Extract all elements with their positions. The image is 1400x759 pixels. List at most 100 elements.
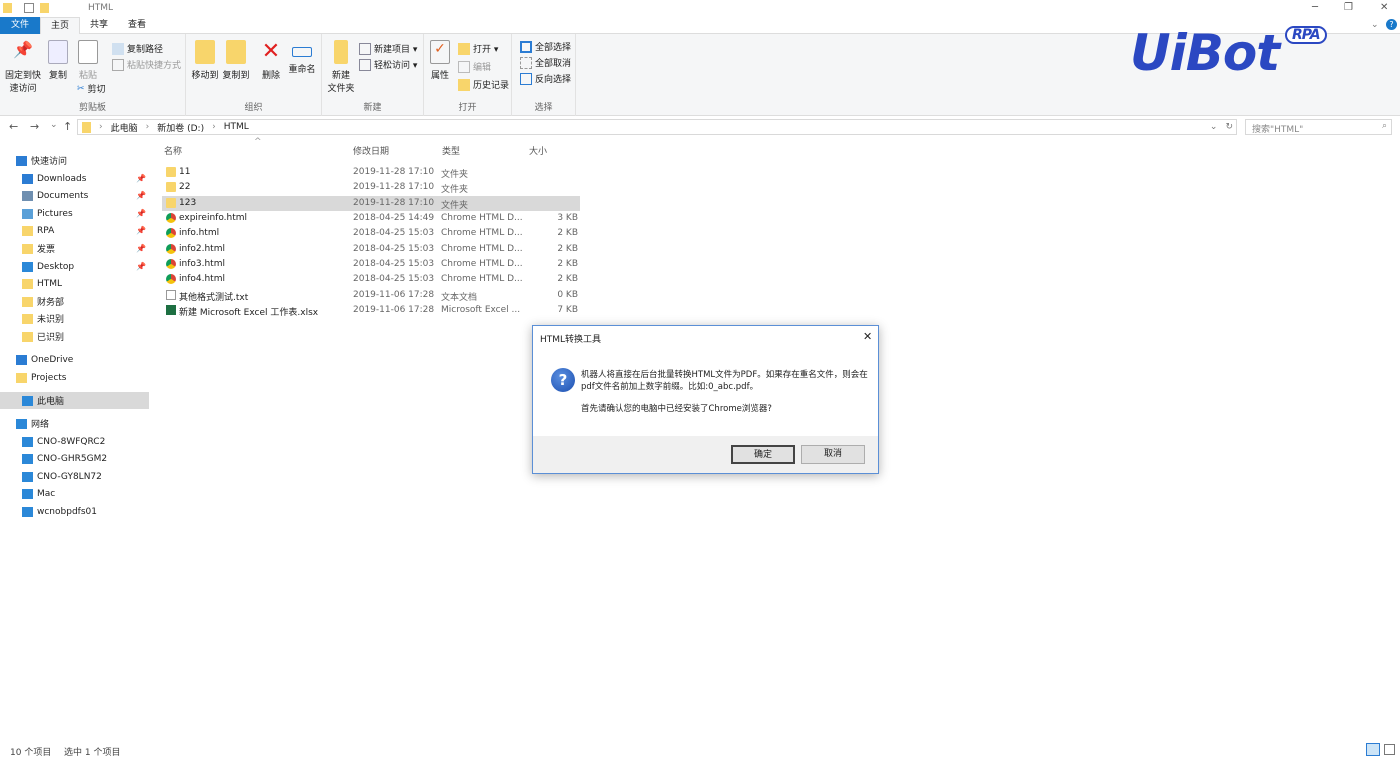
pin-quick-access-button[interactable]: 📌 固定到快 速访问 bbox=[4, 34, 42, 94]
cut-button[interactable]: ✂ 剪切 bbox=[77, 82, 106, 96]
file-row[interactable]: info3.html 2018-04-25 15:03 Chrome HTML D.… bbox=[162, 257, 580, 272]
minimize-button[interactable]: ─ bbox=[1312, 2, 1318, 13]
tab-view[interactable]: 查看 bbox=[118, 17, 156, 34]
sidebar-item[interactable]: Projects bbox=[0, 369, 149, 386]
file-row[interactable]: expireinfo.html 2018-04-25 14:49 Chrome HT… bbox=[162, 211, 580, 226]
edit-button[interactable]: 编辑 bbox=[458, 60, 491, 73]
file-row[interactable]: info2.html 2018-04-25 15:03 Chrome HTML D.… bbox=[162, 242, 580, 257]
clipboard-icon bbox=[78, 40, 98, 64]
sidebar-item[interactable]: OneDrive bbox=[0, 351, 149, 368]
sidebar-item[interactable]: 未识别 bbox=[0, 310, 149, 327]
sidebar-item[interactable]: HTML bbox=[0, 275, 149, 292]
properties-button[interactable]: ✓ 属性 bbox=[428, 34, 452, 81]
file-row[interactable]: info.html 2018-04-25 15:03 Chrome HTML D..… bbox=[162, 226, 580, 241]
copy-button[interactable]: 复制 bbox=[45, 34, 71, 81]
sidebar-item[interactable]: RPA 📌 bbox=[0, 222, 149, 239]
sidebar-item[interactable]: Downloads 📌 bbox=[0, 170, 149, 187]
file-row[interactable]: 新建 Microsoft Excel 工作表.xlsx 2019-11-06 17… bbox=[162, 303, 580, 318]
file-size: 2 KB bbox=[557, 243, 578, 254]
close-button[interactable]: ✕ bbox=[1380, 2, 1388, 13]
breadcrumb-html[interactable]: HTML bbox=[224, 122, 249, 132]
new-folder-quick-icon[interactable] bbox=[40, 3, 49, 13]
sidebar-item-label: Downloads bbox=[37, 173, 87, 184]
open-button[interactable]: 打开 ▾ bbox=[458, 42, 498, 55]
column-header-size[interactable]: 大小 bbox=[529, 144, 547, 157]
sidebar-item[interactable]: CNO-GHR5GM2 bbox=[0, 450, 149, 467]
file-name: 123 bbox=[179, 197, 197, 208]
new-group-label: 新建 bbox=[363, 103, 382, 113]
new-item-button[interactable]: 新建项目 ▾ bbox=[359, 42, 417, 55]
large-icons-view-button[interactable] bbox=[1384, 744, 1395, 755]
column-header-name[interactable]: 名称 bbox=[164, 144, 182, 157]
file-type: 文本文档 bbox=[441, 292, 478, 303]
sidebar-item[interactable]: CNO-GY8LN72 bbox=[0, 468, 149, 485]
sidebar-item[interactable]: Mac bbox=[0, 485, 149, 502]
properties-quick-icon[interactable] bbox=[24, 3, 34, 13]
maximize-button[interactable]: ❐ bbox=[1344, 2, 1353, 13]
sidebar-item[interactable]: CNO-8WFQRC2 bbox=[0, 433, 149, 450]
column-header-type[interactable]: 类型 bbox=[442, 144, 460, 157]
help-icon[interactable]: ? bbox=[1386, 19, 1397, 30]
sidebar-item[interactable]: 发票 📌 bbox=[0, 240, 149, 257]
sidebar-item[interactable]: Pictures 📌 bbox=[0, 205, 149, 222]
cancel-button[interactable]: 取消 bbox=[801, 445, 865, 464]
tab-home[interactable]: 主页 bbox=[40, 17, 81, 34]
paste-shortcut-button[interactable]: 粘贴快捷方式 bbox=[112, 58, 181, 71]
file-row[interactable]: 其他格式测试.txt 2019-11-06 17:28 文本文档 0 KB bbox=[162, 288, 580, 303]
chrome-icon bbox=[166, 274, 176, 285]
select-all-icon bbox=[520, 40, 532, 53]
breadcrumb-this-pc[interactable]: 此电脑 bbox=[111, 121, 138, 134]
sidebar-item[interactable]: 网络 bbox=[0, 415, 149, 432]
sidebar-item[interactable]: wcnobpdfs01 bbox=[0, 503, 149, 520]
column-header-date[interactable]: 修改日期 bbox=[353, 144, 389, 157]
select-all-button[interactable]: 全部选择 bbox=[520, 40, 571, 53]
sidebar-item[interactable]: 快速访问 bbox=[0, 152, 149, 169]
expand-ribbon-icon[interactable]: ⌄ bbox=[1371, 20, 1379, 30]
easy-access-button[interactable]: 轻松访问 ▾ bbox=[359, 58, 417, 71]
tab-share[interactable]: 共享 bbox=[80, 17, 118, 34]
paste-button[interactable]: 粘贴 bbox=[75, 34, 101, 81]
copy-to-button[interactable]: 复制到 bbox=[221, 34, 251, 81]
address-bar[interactable]: › 此电脑 › 新加卷 (D:) › HTML ⌄ ↻ bbox=[77, 119, 1237, 135]
history-button[interactable]: 历史记录 bbox=[458, 78, 509, 91]
copy-path-button[interactable]: 复制路径 bbox=[112, 42, 163, 55]
sidebar-item[interactable]: 已识别 bbox=[0, 328, 149, 345]
sidebar-item-label: 已识别 bbox=[37, 333, 65, 343]
rename-button[interactable]: 重命名 bbox=[286, 34, 318, 75]
select-none-label: 全部取消 bbox=[535, 59, 572, 69]
copy-to-label: 复制到 bbox=[222, 71, 250, 81]
file-row[interactable]: 123 2019-11-28 17:10 文件夹 bbox=[162, 195, 580, 211]
new-folder-button[interactable]: 新建 文件夹 bbox=[326, 34, 356, 94]
folder-icon bbox=[22, 296, 33, 307]
file-row[interactable]: info4.html 2018-04-25 15:03 Chrome HTML D.… bbox=[162, 272, 580, 287]
sidebar-item[interactable]: Documents 📌 bbox=[0, 187, 149, 204]
select-none-button[interactable]: 全部取消 bbox=[520, 56, 571, 69]
recent-dropdown[interactable]: ⌄ bbox=[50, 120, 58, 130]
file-row[interactable]: 11 2019-11-28 17:10 文件夹 bbox=[162, 165, 580, 180]
move-to-button[interactable]: 移动到 bbox=[190, 34, 220, 81]
sidebar-item[interactable]: 财务部 bbox=[0, 293, 149, 310]
delete-button[interactable]: ✕ 删除 bbox=[258, 34, 284, 82]
sidebar-item-label: Pictures bbox=[37, 208, 73, 219]
tab-file[interactable]: 文件 bbox=[0, 17, 40, 34]
copy-path-label: 复制路径 bbox=[127, 45, 164, 55]
file-type: Chrome HTML D... bbox=[441, 274, 523, 285]
breadcrumb-drive[interactable]: 新加卷 (D:) bbox=[157, 121, 204, 134]
chevron-right-icon: › bbox=[145, 122, 150, 132]
sidebar-item[interactable]: 此电脑 bbox=[0, 392, 149, 409]
up-button[interactable]: ↑ bbox=[63, 120, 72, 133]
file-row[interactable]: 22 2019-11-28 17:10 文件夹 bbox=[162, 180, 580, 195]
dialog-close-button[interactable]: ✕ bbox=[863, 330, 872, 343]
back-button[interactable]: ← bbox=[9, 120, 18, 133]
ok-button[interactable]: 确定 bbox=[731, 445, 795, 464]
sidebar-item-label: 发票 bbox=[37, 245, 56, 255]
new-group: 新建 文件夹 新建项目 ▾ 轻松访问 ▾ 新建 bbox=[322, 34, 424, 116]
invert-selection-button[interactable]: 反向选择 bbox=[520, 72, 571, 85]
search-input[interactable]: 搜索"HTML" ⌕ bbox=[1245, 119, 1392, 135]
dialog-message: 机器人将直接在后台批量转换HTML文件为PDF。如果存在重名文件，则会在 pdf… bbox=[581, 369, 868, 415]
refresh-icon[interactable]: ↻ bbox=[1225, 122, 1233, 132]
details-view-button[interactable] bbox=[1366, 743, 1380, 756]
sidebar-item[interactable]: Desktop 📌 bbox=[0, 258, 149, 275]
forward-button[interactable]: → bbox=[30, 120, 39, 133]
address-dropdown-icon[interactable]: ⌄ bbox=[1210, 122, 1218, 132]
